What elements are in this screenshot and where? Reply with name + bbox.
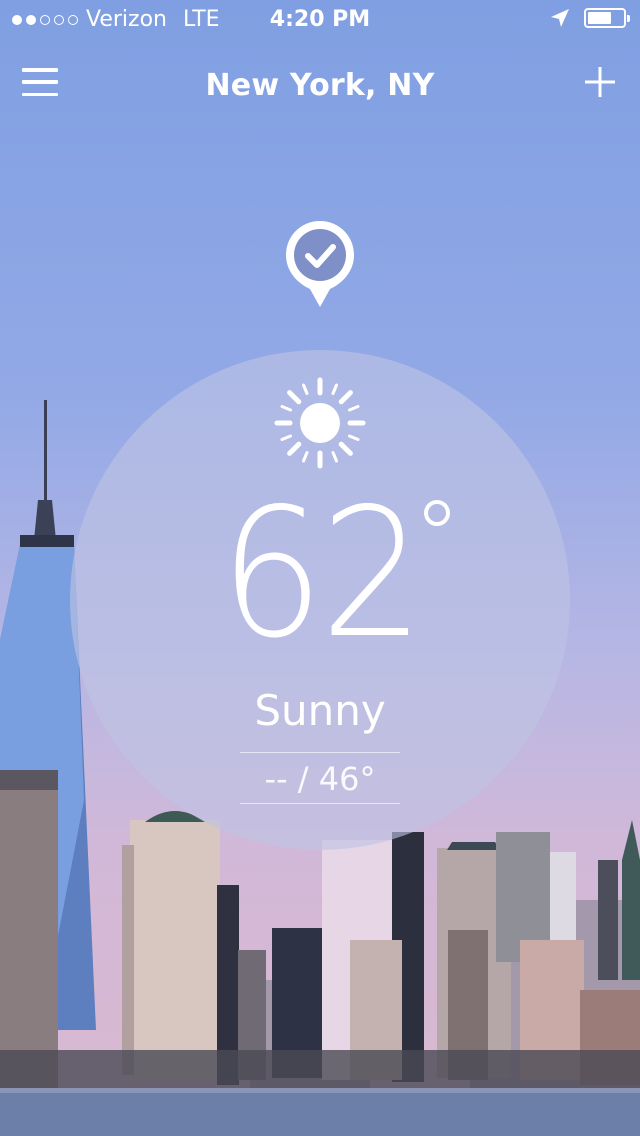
condition-label: Sunny [254,686,386,735]
status-time: 4:20 PM [269,7,371,32]
status-bar: Verizon LTE 4:20 PM [0,0,640,40]
temperature-number: 62 [219,470,424,677]
location-check-icon[interactable] [284,219,356,309]
sun-icon [274,377,366,469]
location-arrow-icon [551,9,569,27]
degree-symbol [424,500,450,526]
battery-icon [584,8,630,28]
city-title[interactable]: New York, NY [0,68,640,103]
plus-icon[interactable] [584,66,616,98]
temperature-value: 62 [0,484,640,664]
status-right [550,8,630,28]
nav-bar: New York, NY [0,60,640,112]
high-low-label: -- / 46° [264,760,376,798]
divider-bottom [240,803,400,804]
divider-top [240,752,400,753]
